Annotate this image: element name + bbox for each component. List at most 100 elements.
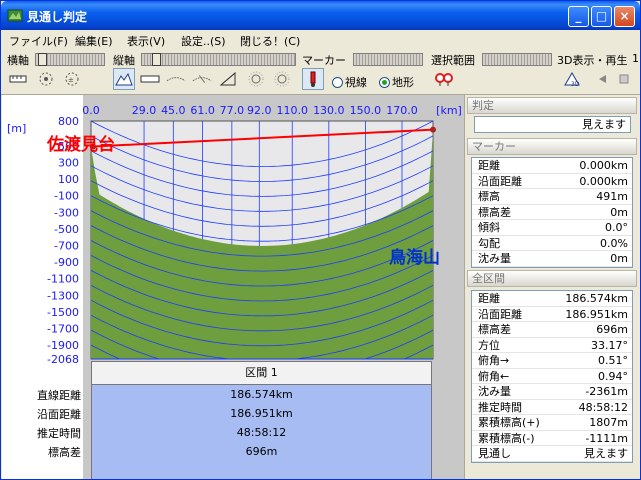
total-row: 沿面距離 186.951km <box>472 307 632 322</box>
total-value: -2361m <box>585 385 628 398</box>
total-value: 33.17° <box>591 338 628 352</box>
marker-value: 491m <box>596 190 628 203</box>
y-tick-label: -300 <box>54 206 79 219</box>
judge-header: 判定 <box>467 97 637 114</box>
marker-row: 距離 0.000km <box>472 158 632 174</box>
total-row: 推定時間 48:58:12 <box>472 400 632 415</box>
total-row: 距離 186.574km <box>472 291 632 307</box>
total-value: 696m <box>596 323 628 336</box>
straight-distance-label: 直線距離 <box>37 389 81 402</box>
total-key: 沈み量 <box>478 385 511 398</box>
surface-distance-value: 186.951km <box>230 407 293 420</box>
total-key: 推定時間 <box>478 400 522 414</box>
total-key: 俯角← <box>478 369 510 383</box>
y-tick-label: -1500 <box>47 306 79 319</box>
section-values: 186.574km 186.951km 48:58:12 696m <box>91 385 432 479</box>
x-tick-label: 92.0 <box>247 104 272 117</box>
y-tick-label: -2068 <box>47 353 79 366</box>
marker-key: 沿面距離 <box>478 174 522 188</box>
y-tick-label: 100 <box>58 173 79 186</box>
marker-value: 0.0% <box>600 236 628 250</box>
y-tick-label: -1700 <box>47 322 79 335</box>
total-value: 186.574km <box>565 292 628 305</box>
x-tick-label: 61.0 <box>190 104 215 117</box>
x-axis-unit: [km] <box>436 104 462 117</box>
total-key: 方位 <box>478 338 500 352</box>
total-key: 俯角→ <box>478 354 510 367</box>
total-row: 方位 33.17° <box>472 338 632 353</box>
total-row: 累積標高(+) 1807m <box>472 415 632 431</box>
marker-row: 傾斜 0.0° <box>472 220 632 236</box>
y-tick-label: -1900 <box>47 339 79 352</box>
y-tick-label: -1100 <box>47 273 79 286</box>
y-tick-label: -500 <box>54 223 79 236</box>
marker-value: 0.000km <box>579 174 628 188</box>
marker-value: 0.0° <box>605 221 628 234</box>
marker-key: 傾斜 <box>478 221 500 234</box>
marker-row: 標高差 0m <box>472 205 632 220</box>
total-row: 俯角← 0.94° <box>472 369 632 384</box>
y-tick-label: 300 <box>58 156 79 169</box>
judge-result: 見えます <box>474 116 631 133</box>
total-key: 距離 <box>478 292 500 305</box>
total-row: 累積標高(-) -1111m <box>472 431 632 446</box>
estimated-time-value: 48:58:12 <box>236 426 287 439</box>
marker-row: 沿面距離 0.000km <box>472 174 632 189</box>
total-row: 標高差 696m <box>472 322 632 338</box>
start-place-label: 佐渡見台 <box>46 134 115 155</box>
app-window: 見通し判定 _ □ × ファイル(F) 編集(E) 表示(V) 設定..(S) … <box>0 0 641 480</box>
y-tick-label: -700 <box>54 239 79 252</box>
elevation-diff-label: 標高差 <box>48 446 81 459</box>
y-tick-label: 800 <box>58 115 79 128</box>
marker-key: 標高 <box>478 190 500 203</box>
y-axis-unit: [m] <box>7 122 26 135</box>
marker-header: マーカー <box>467 138 637 155</box>
total-value: 0.94° <box>598 369 628 383</box>
total-value: 0.51° <box>598 354 628 367</box>
total-value: 1807m <box>589 416 628 429</box>
marker-value: 0.000km <box>579 159 628 172</box>
elevation-diff-value: 696m <box>245 445 278 458</box>
total-row: 沈み量 -2361m <box>472 384 632 400</box>
straight-distance-value: 186.574km <box>230 388 293 401</box>
marker-value: 0m <box>610 205 628 219</box>
result-panel: 判定 見えます マーカー 距離 0.000km 沿面距離 0.000km 標高 491m 標… <box>464 95 640 479</box>
marker-key: 距離 <box>478 159 500 172</box>
x-tick-label: 170.0 <box>386 104 418 117</box>
marker-row: 勾配 0.0% <box>472 236 632 251</box>
marker-key: 標高差 <box>478 205 511 219</box>
x-tick-label: 45.0 <box>161 104 186 117</box>
total-key: 累積標高(+) <box>478 416 540 429</box>
total-header: 全区間 <box>467 270 637 287</box>
total-key: 沿面距離 <box>478 307 522 321</box>
x-tick-label: 150.0 <box>350 104 382 117</box>
x-tick-label: 77.0 <box>220 104 245 117</box>
x-tick-label: 29.0 <box>132 104 157 117</box>
y-tick-label: -1300 <box>47 289 79 302</box>
total-value: 48:58:12 <box>578 400 628 414</box>
estimated-time-label: 推定時間 <box>37 427 81 440</box>
total-key: 累積標高(-) <box>478 431 535 445</box>
section-header: 区間 1 <box>91 361 432 385</box>
marker-key: 勾配 <box>478 236 500 250</box>
marker-row: 標高 491m <box>472 189 632 205</box>
x-tick-label: 110.0 <box>276 104 308 117</box>
total-value: -1111m <box>585 431 628 445</box>
y-tick-label: -900 <box>54 256 79 269</box>
surface-distance-label: 沿面距離 <box>37 408 81 421</box>
x-tick-label: 130.0 <box>313 104 345 117</box>
marker-value: 0m <box>610 252 628 265</box>
total-value: 見えます <box>584 447 628 460</box>
marker-key: 沈み量 <box>478 252 511 265</box>
section-info-table: 区間 1 186.574km 186.951km 48:58:12 696m <box>91 361 432 479</box>
y-tick-label: -100 <box>54 190 79 203</box>
total-key: 標高差 <box>478 323 511 336</box>
x-tick-label: 0.0 <box>82 104 100 117</box>
total-table: 距離 186.574km 沿面距離 186.951km 標高差 696m 方位 33.17° 俯… <box>471 290 633 463</box>
marker-table: 距離 0.000km 沿面距離 0.000km 標高 491m 標高差 0m 傾斜 0.0° 勾配 0… <box>471 157 633 268</box>
total-key: 見通し <box>478 447 511 460</box>
end-place-label: 鳥海山 <box>389 247 440 268</box>
marker-row: 沈み量 0m <box>472 251 632 267</box>
end-point <box>430 126 436 133</box>
total-row: 俯角→ 0.51° <box>472 353 632 369</box>
